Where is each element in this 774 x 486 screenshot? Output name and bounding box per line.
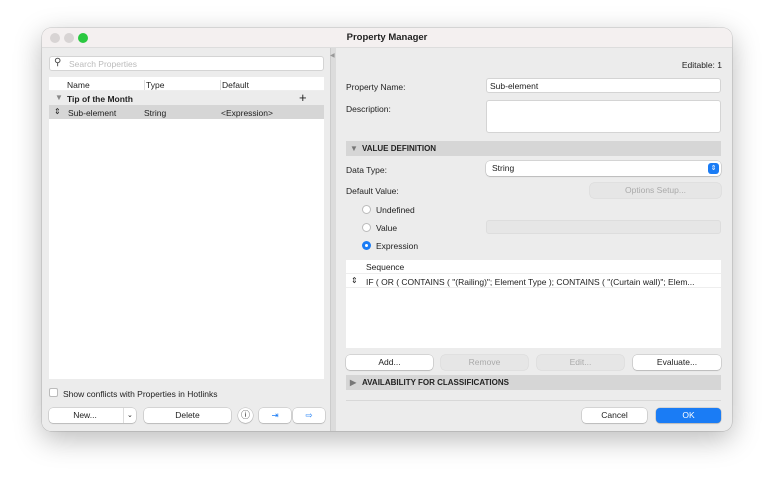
properties-panel: ⚲ Search Properties Name Type Default ▼ … [42, 48, 330, 431]
export-icon[interactable]: ⇨ [293, 408, 325, 423]
default-value-label: Default Value: [346, 186, 399, 196]
remove-button[interactable]: Remove [441, 355, 528, 370]
data-type-select[interactable]: String ⇕ [486, 161, 721, 176]
availability-title: AVAILABILITY FOR CLASSIFICATIONS [362, 378, 509, 387]
property-name-label: Property Name: [346, 82, 406, 92]
sequence-row[interactable]: ⇕ IF ( OR ( CONTAINS ( "(Railing)"; Elem… [346, 274, 721, 288]
add-button[interactable]: Add... [346, 355, 433, 370]
value-radio[interactable] [362, 223, 371, 232]
group-row[interactable]: ▼ Tip of the Month + [49, 90, 324, 105]
value-definition-title: VALUE DEFINITION [362, 144, 437, 153]
cancel-button[interactable]: Cancel [582, 408, 647, 423]
show-conflicts-checkbox[interactable] [49, 388, 58, 397]
properties-table: Name Type Default ▼ Tip of the Month + ⇕… [49, 77, 324, 379]
value-definition-section[interactable]: ▼ VALUE DEFINITION [346, 141, 721, 156]
search-input[interactable]: ⚲ Search Properties [49, 56, 324, 71]
window-title: Property Manager [346, 32, 428, 43]
data-type-value: String [492, 163, 515, 173]
expression-radio[interactable] [362, 241, 371, 250]
info-icon[interactable]: ⓘ [238, 408, 253, 423]
search-placeholder: Search Properties [69, 59, 138, 69]
property-manager-window: Property Manager ⚲ Search Properties Nam… [42, 28, 732, 431]
reorder-handle-icon[interactable]: ⇕ [54, 107, 61, 116]
expression-text: IF ( OR ( CONTAINS ( "(Railing)"; Elemen… [366, 277, 695, 287]
expression-label: Expression [376, 241, 419, 251]
edit-button[interactable]: Edit... [537, 355, 624, 370]
disclosure-triangle-icon[interactable]: ▼ [55, 93, 63, 102]
title-bar: Property Manager [42, 28, 732, 48]
description-field[interactable] [486, 100, 721, 133]
column-default[interactable]: Default [220, 80, 249, 90]
options-setup-button[interactable]: Options Setup... [590, 183, 721, 198]
availability-section[interactable]: ▶ AVAILABILITY FOR CLASSIFICATIONS [346, 375, 721, 390]
collapse-arrow-icon[interactable]: ◀ [330, 52, 335, 59]
new-label: New... [73, 410, 97, 420]
search-icon: ⚲ [54, 57, 62, 68]
description-label: Description: [346, 104, 391, 114]
reorder-handle-icon[interactable]: ⇕ [351, 276, 358, 285]
new-button[interactable]: New... ⌄ [49, 408, 136, 423]
value-field[interactable] [486, 220, 721, 234]
chevron-down-icon[interactable]: ⌄ [123, 408, 133, 423]
group-name: Tip of the Month [67, 94, 133, 104]
row-type: String [144, 108, 167, 118]
sequence-table: Sequence ⇕ IF ( OR ( CONTAINS ( "(Railin… [346, 260, 721, 348]
column-name[interactable]: Name [67, 80, 90, 90]
row-default: <Expression> [221, 108, 273, 118]
row-name: Sub-element [68, 108, 117, 118]
undefined-label: Undefined [376, 205, 415, 215]
add-icon[interactable]: + [299, 90, 307, 105]
evaluate-button[interactable]: Evaluate... [633, 355, 721, 370]
table-row[interactable]: ⇕ Sub-element String <Expression> [49, 105, 324, 119]
editable-count: Editable: 1 [681, 60, 722, 70]
ok-button[interactable]: OK [656, 408, 721, 423]
show-conflicts-label: Show conflicts with Properties in Hotlin… [63, 389, 218, 399]
table-header: Name Type Default [49, 77, 324, 91]
delete-button[interactable]: Delete [144, 408, 231, 423]
data-type-label: Data Type: [346, 165, 387, 175]
details-panel: Editable: 1 Property Name: Sub-element D… [336, 48, 732, 431]
disclosure-triangle-right-icon[interactable]: ▶ [350, 375, 356, 390]
import-icon[interactable]: ⇥ [259, 408, 291, 423]
sequence-header: Sequence [366, 262, 405, 272]
value-label: Value [376, 223, 398, 233]
updown-chevron-icon: ⇕ [708, 163, 719, 174]
column-type[interactable]: Type [144, 80, 164, 90]
property-name-field[interactable]: Sub-element [486, 78, 721, 93]
undefined-radio[interactable] [362, 205, 371, 214]
disclosure-triangle-icon[interactable]: ▼ [350, 141, 358, 156]
